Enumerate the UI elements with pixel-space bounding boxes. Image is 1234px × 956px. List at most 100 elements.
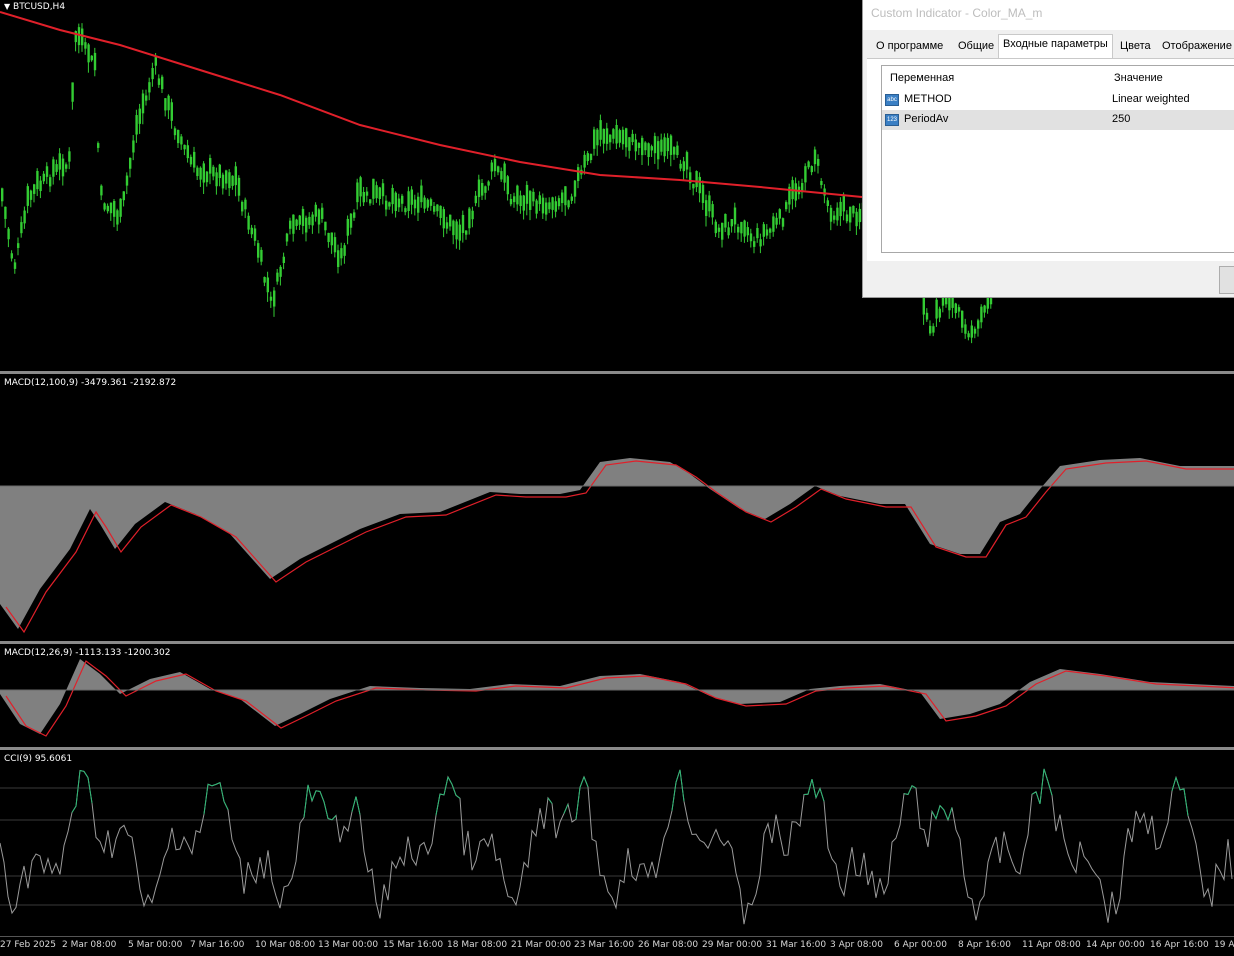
cci-overbought-segment (1184, 789, 1188, 816)
cci-overbought-segment (1180, 789, 1184, 790)
candle (43, 174, 45, 182)
candle (433, 206, 435, 212)
candle (46, 166, 48, 177)
cci-overbought-segment (308, 785, 312, 801)
candle (497, 166, 499, 172)
candle (430, 199, 432, 206)
candle (503, 164, 505, 183)
candle (209, 158, 211, 174)
candle (622, 130, 624, 144)
cci-overbought-segment (564, 804, 568, 813)
candle (375, 185, 377, 198)
cci-overbought-segment (1036, 792, 1040, 804)
candle (97, 143, 99, 148)
candle (55, 164, 57, 172)
macd-histogram (0, 458, 1234, 629)
cci-overbought-segment (208, 784, 212, 786)
cci-overbought-segment (440, 794, 444, 795)
candle (187, 145, 189, 158)
param-row-periodav[interactable]: 123 PeriodAv 250 (882, 110, 1234, 130)
time-axis-label: 29 Mar 00:00 (702, 940, 762, 950)
candle (135, 115, 137, 134)
param-row-method[interactable]: abc METHOD Linear weighted (882, 90, 1234, 110)
candle (961, 311, 963, 328)
candle (740, 222, 742, 233)
candle (702, 185, 704, 203)
candle (644, 143, 646, 151)
candle (126, 176, 128, 186)
candle (449, 215, 451, 227)
candle (84, 42, 86, 48)
column-value[interactable]: Значение (1114, 72, 1163, 84)
tab-common[interactable]: Общие (953, 36, 999, 56)
tab-visualization[interactable]: Отображение (1157, 36, 1234, 56)
cci-overbought-segment (324, 802, 328, 819)
chevron-down-icon[interactable]: ▼ (4, 2, 10, 11)
time-axis-label: 5 Mar 00:00 (128, 940, 182, 950)
candle (251, 228, 253, 235)
candle (974, 329, 976, 334)
tab-colors[interactable]: Цвета (1115, 36, 1156, 56)
time-axis-label: 10 Mar 08:00 (255, 940, 315, 950)
candle (4, 207, 6, 219)
candle (289, 221, 291, 229)
cci-overbought-segment (212, 784, 216, 785)
candle (439, 206, 441, 218)
candle (548, 202, 550, 209)
candle (302, 209, 304, 226)
candle (244, 200, 246, 210)
param-value[interactable]: Linear weighted (1112, 93, 1190, 105)
param-value[interactable]: 250 (1112, 113, 1130, 125)
candle (123, 191, 125, 200)
macd-slow-chart[interactable] (0, 374, 1234, 641)
candle (564, 186, 566, 205)
candle (772, 216, 774, 231)
candle (686, 152, 688, 169)
time-axis-label: 8 Apr 16:00 (958, 940, 1011, 950)
candle (929, 326, 931, 334)
candle (81, 29, 83, 46)
cci-overbought-segment (224, 801, 228, 809)
candle (206, 172, 208, 183)
candle (350, 214, 352, 228)
indicator-dialog[interactable]: Custom Indicator - Color_MA_m О программ… (862, 0, 1234, 298)
column-variable[interactable]: Переменная (890, 72, 954, 84)
candle (513, 196, 515, 202)
cci-overbought-segment (908, 786, 912, 795)
tab-inputs[interactable]: Входные параметры (998, 34, 1113, 59)
candle (171, 102, 173, 121)
candle (39, 181, 41, 191)
candle (388, 202, 390, 206)
time-axis-label: 2 Mar 08:00 (62, 940, 116, 950)
cci-overbought-segment (1172, 777, 1176, 791)
candle (372, 179, 374, 199)
candle (807, 162, 809, 168)
candle (603, 129, 605, 144)
candle (7, 229, 9, 240)
dialog-tabs: О программе Общие Входные параметры Цвет… (867, 34, 1234, 58)
candle (935, 300, 937, 319)
dialog-button[interactable] (1219, 266, 1234, 294)
cci-overbought-segment (936, 806, 940, 819)
cci-chart[interactable] (0, 750, 1234, 936)
cci-overbought-segment (72, 806, 76, 812)
cci-overbought-segment (584, 777, 588, 787)
cci-overbought-segment (332, 815, 336, 819)
macd-fast-chart[interactable] (0, 644, 1234, 747)
cci-overbought-segment (352, 797, 356, 812)
candle (830, 208, 832, 222)
candle (23, 211, 25, 224)
candle (599, 120, 601, 140)
candle (958, 307, 960, 311)
cci-overbought-segment (1032, 792, 1036, 795)
candle (852, 206, 854, 214)
candle (641, 138, 643, 155)
candle (164, 98, 166, 110)
candle (116, 210, 118, 224)
candle (36, 171, 38, 189)
candle (657, 141, 659, 159)
candle (843, 195, 845, 212)
tab-about[interactable]: О программе (871, 36, 948, 56)
cci-label: CCI(9) 95.6061 (4, 754, 72, 764)
candle (446, 222, 448, 228)
